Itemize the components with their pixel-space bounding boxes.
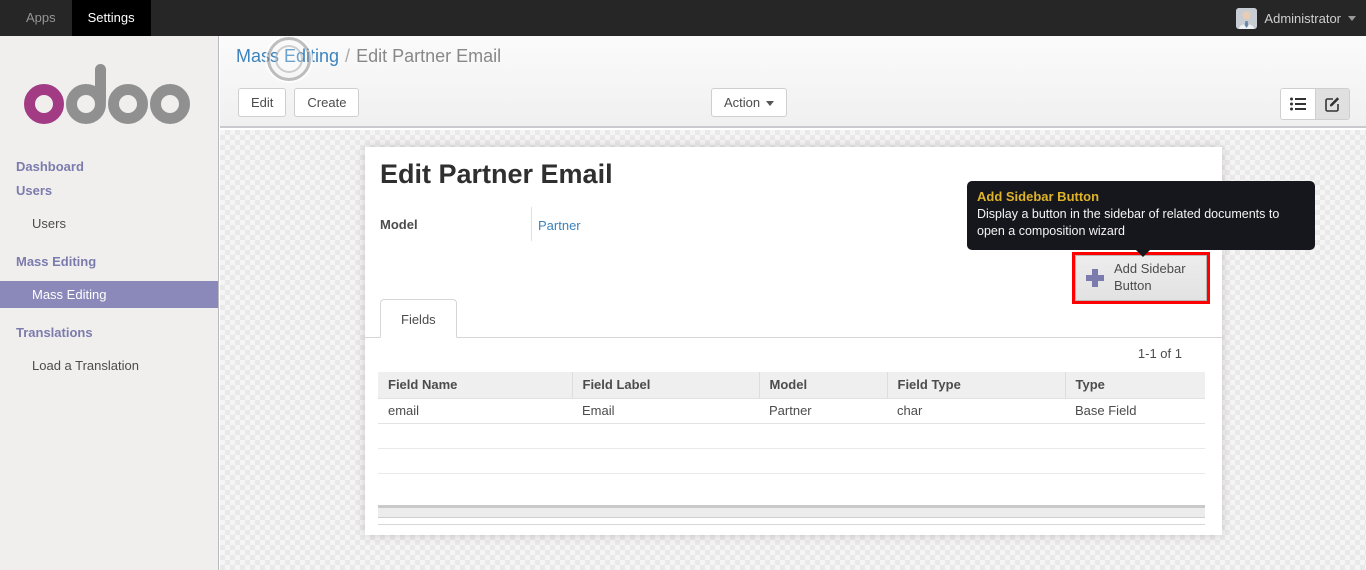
edit-form-icon [1324, 97, 1339, 112]
column-header-field-name[interactable]: Field Name [378, 372, 572, 399]
view-switcher [1280, 88, 1350, 120]
empty-row [378, 473, 1205, 498]
empty-row [378, 448, 1205, 474]
list-icon [1290, 97, 1306, 111]
tooltip-body: Display a button in the sidebar of relat… [977, 207, 1280, 238]
tooltip-arrow [1135, 248, 1151, 257]
breadcrumb-link-mass-editing[interactable]: Mass Editing [236, 46, 339, 66]
action-dropdown-button[interactable]: Action [711, 88, 788, 117]
column-header-type[interactable]: Type [1064, 372, 1205, 399]
sidebar-heading-mass-editing[interactable]: Mass Editing [0, 249, 218, 273]
record-buttons: Edit Create [238, 88, 360, 117]
breadcrumb-current: Edit Partner Email [356, 46, 502, 66]
highlight-red-outline: Add Sidebar Button [1072, 252, 1210, 304]
list-pager: 1-1 of 1 [1137, 346, 1182, 361]
edit-button[interactable]: Edit [238, 88, 287, 117]
app-sidebar: Dashboard Users Users Mass Editing Mass … [0, 36, 219, 570]
menu-apps[interactable]: Apps [10, 0, 72, 36]
cell-type: Base Field [1065, 398, 1205, 424]
field-separator [531, 207, 532, 241]
chevron-down-icon [1348, 15, 1356, 21]
tab-fields[interactable]: Fields [380, 299, 457, 338]
odoo-logo [24, 64, 194, 124]
form-view-background: Edit Partner Email Model Partner Add Sid… [220, 130, 1366, 570]
empty-row [378, 423, 1205, 449]
user-menu[interactable]: Administrator [1236, 0, 1356, 36]
menu-settings[interactable]: Settings [71, 0, 151, 36]
logo-o2 [108, 84, 148, 124]
notebook-tab-bar: Fields [365, 298, 1222, 338]
user-name: Administrator [1264, 10, 1341, 26]
cell-model: Partner [759, 398, 887, 424]
column-header-model[interactable]: Model [758, 372, 887, 399]
control-panel: Mass Editing / Edit Partner Email Edit Cre… [220, 36, 1366, 128]
fields-table: Field Name Field Label Model Field Type … [378, 372, 1205, 498]
tooltip-title: Add Sidebar Button [977, 189, 1100, 204]
form-view-button[interactable] [1315, 89, 1349, 119]
cell-field-label: Email [572, 398, 759, 424]
column-header-field-label[interactable]: Field Label [571, 372, 759, 399]
table-row[interactable]: email Email Partner char Base Field [378, 398, 1205, 424]
sidebar-heading-translations[interactable]: Translations [0, 320, 218, 344]
sidebar-item-mass-editing[interactable]: Mass Editing [0, 281, 218, 308]
chevron-down-icon [766, 101, 775, 107]
sidebar-heading-users[interactable]: Users [0, 178, 218, 202]
plus-icon [1086, 268, 1104, 287]
main-area: Mass Editing / Edit Partner Email Edit Cre… [220, 36, 1366, 570]
cell-field-type: char [887, 398, 1065, 424]
logo-o1 [24, 84, 64, 124]
table-horizontal-scrollbar[interactable] [378, 505, 1205, 518]
tooltip: Add Sidebar Button Display a button in t… [967, 181, 1315, 257]
logo-d [66, 84, 106, 124]
logo-o3 [150, 84, 190, 124]
sidebar-item-load-translation[interactable]: Load a Translation [0, 352, 218, 379]
cell-field-name: email [378, 398, 572, 424]
record-title: Edit Partner Email [380, 159, 613, 189]
sidebar-heading-dashboard[interactable]: Dashboard [0, 154, 218, 178]
sidebar-item-users[interactable]: Users [0, 210, 218, 237]
user-avatar [1236, 7, 1258, 29]
column-header-field-type[interactable]: Field Type [886, 372, 1065, 399]
breadcrumb-separator: / [345, 46, 351, 66]
top-menu: Apps Settings [10, 0, 151, 36]
create-button[interactable]: Create [294, 88, 360, 117]
form-sheet: Edit Partner Email Model Partner Add Sid… [365, 147, 1315, 535]
top-bar: Apps Settings Administrator [0, 0, 1366, 36]
model-field-value-link[interactable]: Partner [538, 218, 581, 233]
add-sidebar-button[interactable]: Add Sidebar Button [1075, 255, 1207, 301]
list-view-button[interactable] [1281, 89, 1315, 119]
sheet-bottom-divider [378, 524, 1205, 525]
model-field-label: Model [380, 217, 418, 232]
table-header-row: Field Name Field Label Model Field Type … [378, 372, 1205, 399]
breadcrumb: Mass Editing / Edit Partner Email [236, 46, 501, 67]
